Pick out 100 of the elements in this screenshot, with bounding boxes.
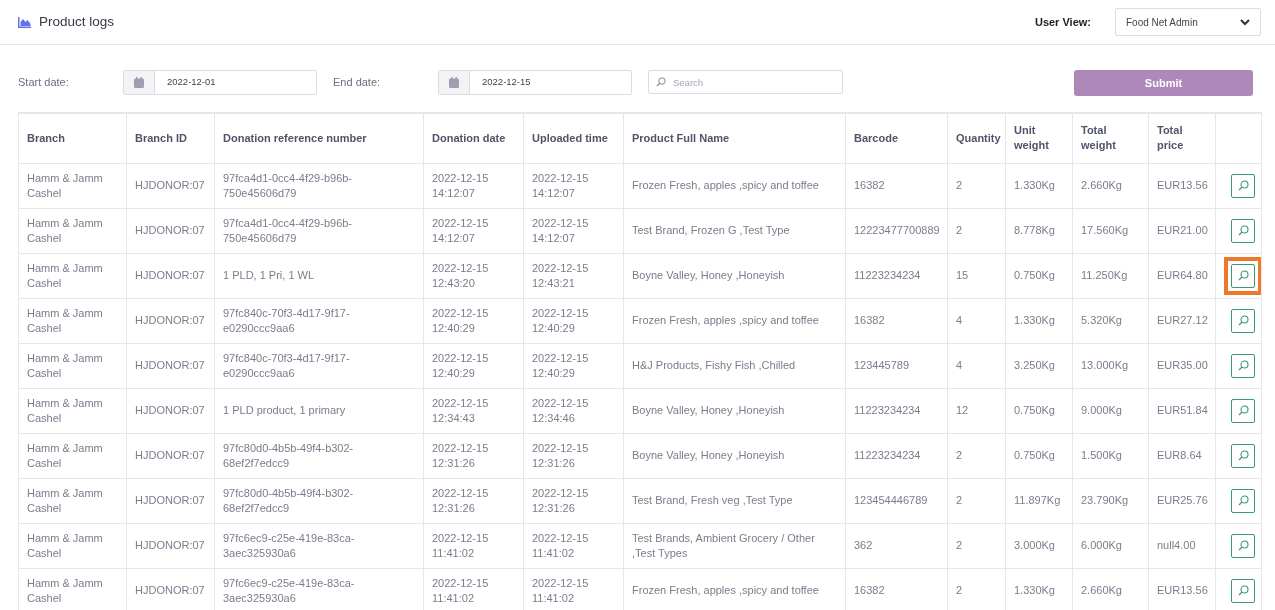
table-cell: 2022-12-15 11:41:02 bbox=[523, 523, 624, 568]
table-cell: Frozen Fresh, apples ,spicy and toffee bbox=[623, 298, 846, 343]
table-cell: 2 bbox=[947, 433, 1006, 478]
table-cell: EUR51.84 bbox=[1148, 388, 1216, 433]
table-cell: HJDONOR:07 bbox=[126, 253, 215, 298]
table-cell: 2 bbox=[947, 478, 1006, 523]
search-icon bbox=[1237, 585, 1249, 596]
table-cell: Hamm & Jamm Cashel bbox=[18, 523, 127, 568]
column-header: Uploaded time bbox=[523, 113, 624, 163]
table-cell: 12 bbox=[947, 388, 1006, 433]
table-cell: Hamm & Jamm Cashel bbox=[18, 433, 127, 478]
table-cell: 11223234234 bbox=[845, 253, 948, 298]
table-cell: 97fc6ec9-c25e-419e-83ca-3aec325930a6 bbox=[214, 523, 424, 568]
search-icon bbox=[1237, 270, 1249, 281]
table-cell: EUR25.76 bbox=[1148, 478, 1216, 523]
table-cell: 4 bbox=[947, 343, 1006, 388]
table-cell: 2022-12-15 12:40:29 bbox=[423, 298, 524, 343]
table-cell: 4 bbox=[947, 298, 1006, 343]
table-cell: 2022-12-15 12:40:29 bbox=[423, 343, 524, 388]
column-header: Donation date bbox=[423, 113, 524, 163]
table-cell: Hamm & Jamm Cashel bbox=[18, 568, 127, 610]
table-cell: 9.000Kg bbox=[1072, 388, 1149, 433]
table-cell: 97fc840c-70f3-4d17-9f17-e0290ccc9aa6 bbox=[214, 343, 424, 388]
table-cell: 2022-12-15 11:41:02 bbox=[423, 523, 524, 568]
search-field[interactable]: Search bbox=[648, 70, 843, 94]
table-cell: 123454446789 bbox=[845, 478, 948, 523]
table-cell: EUR27.12 bbox=[1148, 298, 1216, 343]
table-cell: HJDONOR:07 bbox=[126, 298, 215, 343]
table-cell: null4.00 bbox=[1148, 523, 1216, 568]
table-cell: Boyne Valley, Honey ,Honeyish bbox=[623, 388, 846, 433]
caret-icon bbox=[1240, 18, 1250, 26]
column-header: Branch bbox=[18, 113, 127, 163]
column-header: Quantity bbox=[947, 113, 1006, 163]
table-cell: 97fc80d0-4b5b-49f4-b302-68ef2f7edcc9 bbox=[214, 433, 424, 478]
table-cell: 11223234234 bbox=[845, 388, 948, 433]
column-header: Total weight bbox=[1072, 113, 1149, 163]
table-cell: EUR35.00 bbox=[1148, 343, 1216, 388]
start-date-label: Start date: bbox=[18, 75, 70, 90]
table-cell: 3.250Kg bbox=[1005, 343, 1073, 388]
table-cell: 123445789 bbox=[845, 343, 948, 388]
table-cell: 0.750Kg bbox=[1005, 388, 1073, 433]
table-cell: HJDONOR:07 bbox=[126, 343, 215, 388]
table-cell: HJDONOR:07 bbox=[126, 163, 215, 208]
column-header: Total price bbox=[1148, 113, 1216, 163]
column-header: Unit weight bbox=[1005, 113, 1073, 163]
table-cell: 11.897Kg bbox=[1005, 478, 1073, 523]
view-button[interactable] bbox=[1224, 256, 1262, 295]
table-cell: EUR21.00 bbox=[1148, 208, 1216, 253]
table-cell: HJDONOR:07 bbox=[126, 433, 215, 478]
table-cell: Hamm & Jamm Cashel bbox=[18, 343, 127, 388]
table-cell: Test Brand, Fresh veg ,Test Type bbox=[623, 478, 846, 523]
search-icon bbox=[1237, 405, 1249, 416]
table-cell: EUR8.64 bbox=[1148, 433, 1216, 478]
table-cell: HJDONOR:07 bbox=[126, 388, 215, 433]
table-cell: 6.000Kg bbox=[1072, 523, 1149, 568]
table-cell: Hamm & Jamm Cashel bbox=[18, 298, 127, 343]
table-cell: 1.330Kg bbox=[1005, 163, 1073, 208]
calendar-icon bbox=[449, 77, 459, 88]
page-title: Product logs bbox=[39, 12, 115, 31]
table-cell: Hamm & Jamm Cashel bbox=[18, 388, 127, 433]
search-icon bbox=[1237, 315, 1249, 326]
column-header: Product Full Name bbox=[623, 113, 846, 163]
table-cell: 15 bbox=[947, 253, 1006, 298]
user-view-select[interactable]: Food Net Admin bbox=[1115, 8, 1261, 36]
table-cell: 1.500Kg bbox=[1072, 433, 1149, 478]
table-cell: 5.320Kg bbox=[1072, 298, 1149, 343]
table-cell: 2022-12-15 12:43:20 bbox=[423, 253, 524, 298]
start-date-field[interactable]: 2022-12-01 bbox=[123, 70, 317, 95]
table-cell: H&J Products, Fishy Fish ,Chilled bbox=[623, 343, 846, 388]
table-cell: 2022-12-15 14:12:07 bbox=[423, 208, 524, 253]
table-cell: HJDONOR:07 bbox=[126, 478, 215, 523]
table-cell: 2022-12-15 12:34:43 bbox=[423, 388, 524, 433]
table-cell: Hamm & Jamm Cashel bbox=[18, 163, 127, 208]
table-cell: 1 PLD, 1 Pri, 1 WL bbox=[214, 253, 424, 298]
table-cell: 2.660Kg bbox=[1072, 163, 1149, 208]
table-cell: 1.330Kg bbox=[1005, 298, 1073, 343]
table-cell: 2022-12-15 12:43:21 bbox=[523, 253, 624, 298]
end-date-field[interactable]: 2022-12-15 bbox=[438, 70, 632, 95]
table-cell: 11.250Kg bbox=[1072, 253, 1149, 298]
table-cell: 2022-12-15 12:40:29 bbox=[523, 343, 624, 388]
table-cell: EUR64.80 bbox=[1148, 253, 1216, 298]
table-cell: HJDONOR:07 bbox=[126, 208, 215, 253]
table-cell: 13.000Kg bbox=[1072, 343, 1149, 388]
search-icon bbox=[1237, 360, 1249, 371]
table-cell: Hamm & Jamm Cashel bbox=[18, 478, 127, 523]
table-cell: 97fc840c-70f3-4d17-9f17-e0290ccc9aa6 bbox=[214, 298, 424, 343]
table-cell: 362 bbox=[845, 523, 948, 568]
table-cell: 2022-12-15 12:31:26 bbox=[423, 478, 524, 523]
table-cell: 3.000Kg bbox=[1005, 523, 1073, 568]
table-cell: 2022-12-15 12:34:46 bbox=[523, 388, 624, 433]
table-cell: 2022-12-15 12:31:26 bbox=[523, 433, 624, 478]
table-cell: 2022-12-15 12:31:26 bbox=[423, 433, 524, 478]
table-cell: 0.750Kg bbox=[1005, 253, 1073, 298]
table-cell: Boyne Valley, Honey ,Honeyish bbox=[623, 253, 846, 298]
table-cell: 2022-12-15 14:12:07 bbox=[423, 163, 524, 208]
table-cell: Hamm & Jamm Cashel bbox=[18, 208, 127, 253]
table-cell: 2022-12-15 14:12:07 bbox=[523, 163, 624, 208]
table-cell: Hamm & Jamm Cashel bbox=[18, 253, 127, 298]
table-cell: 1 PLD product, 1 primary bbox=[214, 388, 424, 433]
table-cell: 97fc80d0-4b5b-49f4-b302-68ef2f7edcc9 bbox=[214, 478, 424, 523]
